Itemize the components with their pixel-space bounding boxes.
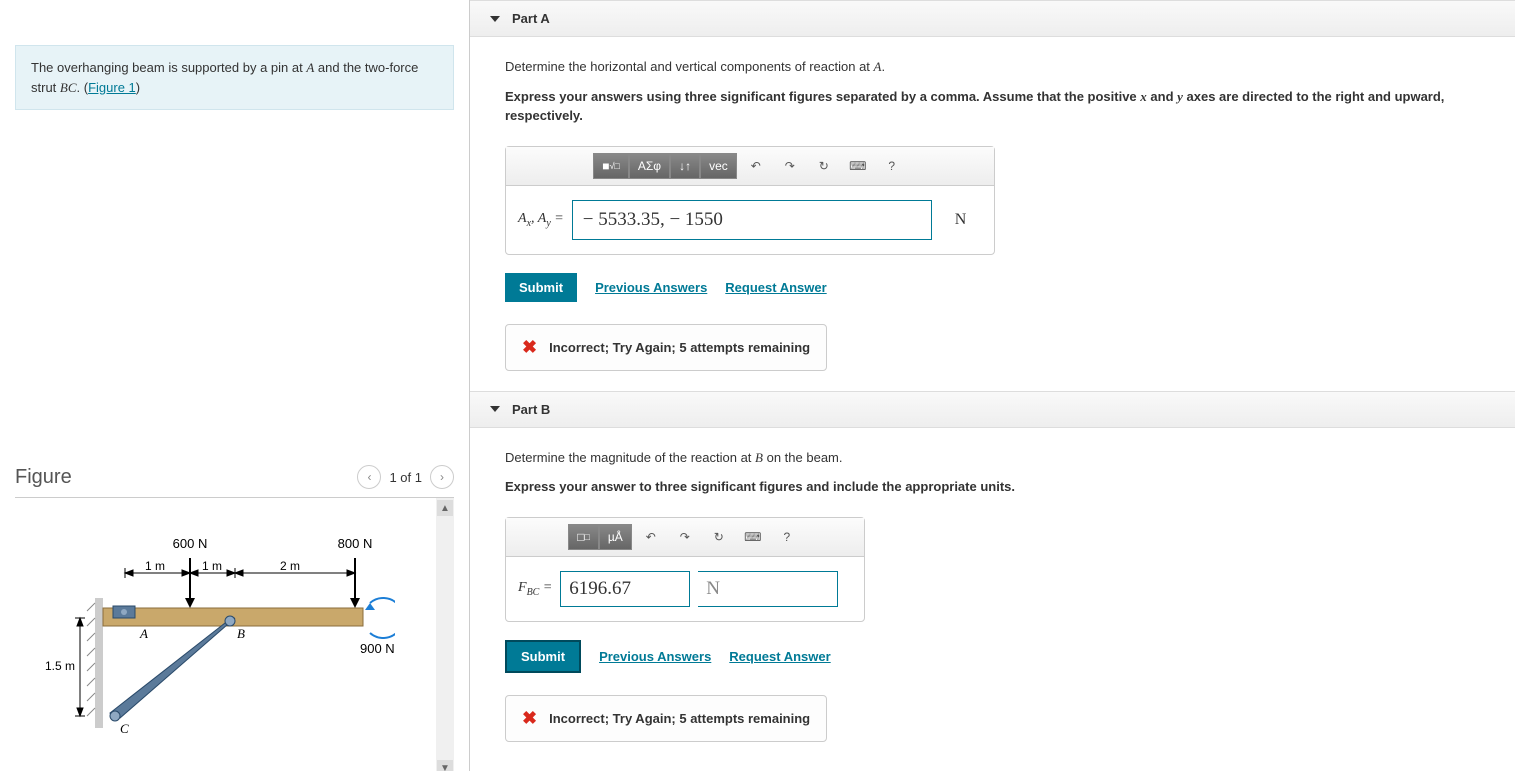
problem-text: ) xyxy=(136,80,140,95)
part-b-header[interactable]: Part B xyxy=(470,391,1515,428)
part-a-actions: Submit Previous Answers Request Answer xyxy=(505,273,1480,302)
vector-button[interactable]: vec xyxy=(700,153,737,179)
figure-nav: ‹ 1 of 1 › xyxy=(357,465,454,489)
figure-prev-button[interactable]: ‹ xyxy=(357,465,381,489)
part-a-input[interactable] xyxy=(572,200,932,240)
svg-text:1.5 m: 1.5 m xyxy=(45,659,75,673)
problem-text: The overhanging beam is supported by a p… xyxy=(31,60,306,75)
part-b-body: Determine the magnitude of the reaction … xyxy=(470,428,1515,762)
svg-text:1 m: 1 m xyxy=(145,559,165,573)
redo-button[interactable]: ↷ xyxy=(775,153,805,179)
greek-button[interactable]: ΑΣφ xyxy=(629,153,670,179)
scroll-up-icon[interactable]: ▲ xyxy=(437,500,453,516)
undo-button[interactable]: ↶ xyxy=(741,153,771,179)
left-panel: The overhanging beam is supported by a p… xyxy=(0,0,470,771)
caret-down-icon xyxy=(490,16,500,22)
part-a-request-link[interactable]: Request Answer xyxy=(725,280,826,295)
part-b-feedback-text: Incorrect; Try Again; 5 attempts remaini… xyxy=(549,711,810,726)
part-b-answer-box: □□ µÅ ↶ ↷ ↻ ⌨ ? FBC = xyxy=(505,517,865,622)
part-b-feedback: ✖ Incorrect; Try Again; 5 attempts remai… xyxy=(505,695,827,742)
svg-text:B: B xyxy=(237,626,245,641)
part-b-toolbar: □□ µÅ ↶ ↷ ↻ ⌨ ? xyxy=(506,518,864,557)
right-panel: Part A Determine the horizontal and vert… xyxy=(470,0,1515,771)
part-a-previous-link[interactable]: Previous Answers xyxy=(595,280,707,295)
help-button[interactable]: ? xyxy=(877,153,907,179)
part-a-toolbar: ■√□ ΑΣφ ↓↑ vec ↶ ↷ ↻ ⌨ ? xyxy=(506,147,994,186)
part-a-feedback: ✖ Incorrect; Try Again; 5 attempts remai… xyxy=(505,324,827,371)
scroll-down-icon[interactable]: ▼ xyxy=(437,760,453,771)
figure-next-button[interactable]: › xyxy=(430,465,454,489)
part-a-prompt: Determine the horizontal and vertical co… xyxy=(505,57,1480,77)
figure-diagram: 600 N 800 N 1 m 1 m 2 m 1.5 m 900 N·m A … xyxy=(25,518,395,758)
problem-text: . ( xyxy=(77,80,89,95)
svg-text:2 m: 2 m xyxy=(280,559,300,573)
var-bc: BC xyxy=(60,80,77,95)
part-a-body: Determine the horizontal and vertical co… xyxy=(470,37,1515,391)
svg-text:A: A xyxy=(139,626,148,641)
redo-button[interactable]: ↷ xyxy=(670,524,700,550)
svg-text:C: C xyxy=(120,721,129,736)
part-b-label: FBC = xyxy=(518,580,552,598)
figure-link[interactable]: Figure 1 xyxy=(88,80,136,95)
caret-down-icon xyxy=(490,406,500,412)
part-a-instruction: Express your answers using three signifi… xyxy=(505,87,1480,126)
figure-scrollbar[interactable]: ▲ ▼ xyxy=(436,498,454,771)
part-a-answer-row: Ax, Ay = N xyxy=(506,186,994,254)
figure-section: Figure ‹ 1 of 1 › xyxy=(15,465,454,771)
part-b-prompt: Determine the magnitude of the reaction … xyxy=(505,448,1480,468)
part-a-feedback-text: Incorrect; Try Again; 5 attempts remaini… xyxy=(549,340,810,355)
problem-description: The overhanging beam is supported by a p… xyxy=(15,45,454,110)
part-b-answer-row: FBC = xyxy=(506,557,864,621)
figure-title: Figure xyxy=(15,466,72,489)
part-a-header[interactable]: Part A xyxy=(470,0,1515,37)
units-button[interactable]: µÅ xyxy=(599,524,632,550)
reset-button[interactable]: ↻ xyxy=(704,524,734,550)
help-button[interactable]: ? xyxy=(772,524,802,550)
part-b-request-link[interactable]: Request Answer xyxy=(729,649,830,664)
part-a-label: Ax, Ay = xyxy=(518,211,564,229)
svg-text:600 N: 600 N xyxy=(173,536,208,551)
part-a-submit-button[interactable]: Submit xyxy=(505,273,577,302)
subscript-button[interactable]: ↓↑ xyxy=(670,153,700,179)
incorrect-icon: ✖ xyxy=(522,337,537,358)
keyboard-button[interactable]: ⌨ xyxy=(738,524,768,550)
part-a-title: Part A xyxy=(512,11,550,26)
part-b-instruction: Express your answer to three significant… xyxy=(505,477,1480,497)
figure-page-indicator: 1 of 1 xyxy=(389,470,422,485)
svg-text:1 m: 1 m xyxy=(202,559,222,573)
template-button[interactable]: ■√□ xyxy=(593,153,629,179)
value-template-button[interactable]: □□ xyxy=(568,524,599,550)
part-b-actions: Submit Previous Answers Request Answer xyxy=(505,640,1480,673)
svg-text:800 N: 800 N xyxy=(338,536,373,551)
part-b-unit-input[interactable] xyxy=(698,571,838,607)
reset-button[interactable]: ↻ xyxy=(809,153,839,179)
figure-content: 600 N 800 N 1 m 1 m 2 m 1.5 m 900 N·m A … xyxy=(15,498,454,771)
undo-button[interactable]: ↶ xyxy=(636,524,666,550)
part-b-submit-button[interactable]: Submit xyxy=(505,640,581,673)
part-b-value-input[interactable] xyxy=(560,571,690,607)
part-a-unit: N xyxy=(955,211,967,229)
part-a-answer-box: ■√□ ΑΣφ ↓↑ vec ↶ ↷ ↻ ⌨ ? Ax, Ay = N xyxy=(505,146,995,255)
keyboard-button[interactable]: ⌨ xyxy=(843,153,873,179)
figure-header: Figure ‹ 1 of 1 › xyxy=(15,465,454,498)
part-b-previous-link[interactable]: Previous Answers xyxy=(599,649,711,664)
svg-text:900 N·m: 900 N·m xyxy=(360,641,395,656)
incorrect-icon: ✖ xyxy=(522,708,537,729)
part-b-title: Part B xyxy=(512,402,550,417)
